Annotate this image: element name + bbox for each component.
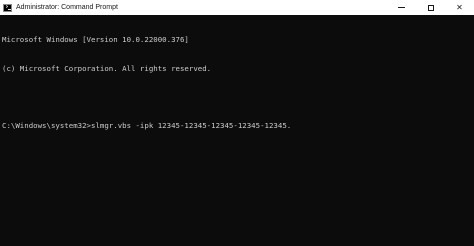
- console-line-command: C:\Windows\system32>slmgr.vbs -ipk 12345…: [2, 120, 292, 130]
- minimize-button[interactable]: [387, 0, 416, 15]
- maximize-button[interactable]: [416, 0, 445, 15]
- cmd-icon: [3, 3, 12, 12]
- close-button[interactable]: ✕: [445, 0, 474, 15]
- command-prompt-window: Administrator: Command Prompt ✕ Microsof…: [0, 0, 474, 246]
- minimize-icon: [398, 7, 405, 8]
- close-icon: ✕: [456, 2, 463, 12]
- caption-buttons: ✕: [387, 0, 474, 15]
- console-line-version: Microsoft Windows [Version 10.0.22000.37…: [2, 35, 189, 44]
- console-output[interactable]: Microsoft Windows [Version 10.0.22000.37…: [2, 16, 462, 149]
- vertical-scrollbar[interactable]: [465, 15, 474, 246]
- console-line-copyright: (c) Microsoft Corporation. All rights re…: [2, 63, 212, 73]
- title-bar[interactable]: Administrator: Command Prompt ✕: [0, 0, 474, 15]
- maximize-icon: [427, 4, 434, 11]
- window-title: Administrator: Command Prompt: [16, 4, 118, 11]
